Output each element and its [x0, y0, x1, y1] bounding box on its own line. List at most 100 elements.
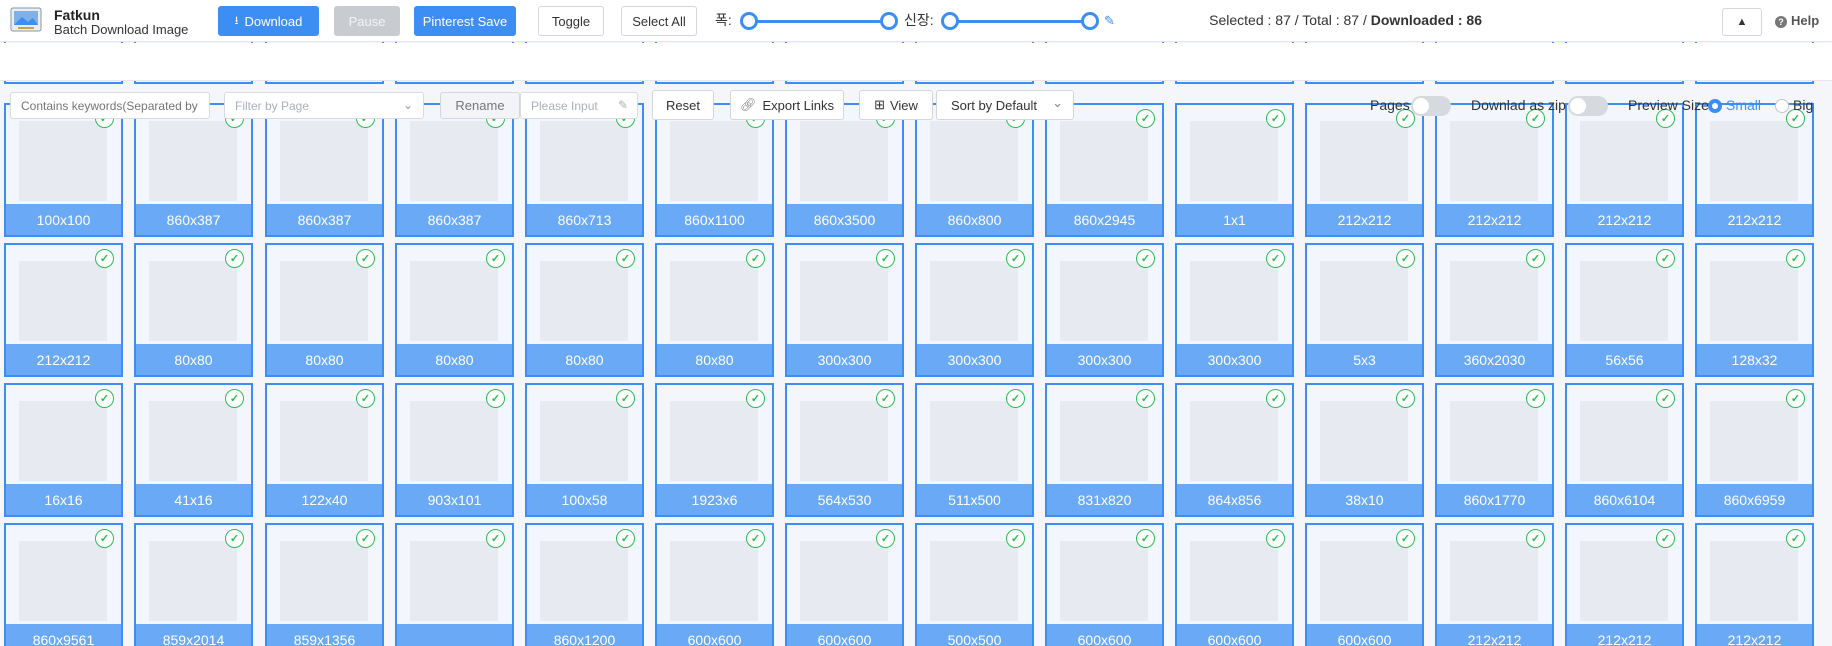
image-tile[interactable]: ✓ 360x2030 — [1435, 243, 1554, 377]
selected-check-icon[interactable]: ✓ — [1136, 249, 1155, 268]
pinterest-save-button[interactable]: Pinterest Save — [414, 6, 516, 36]
scroll-top-button[interactable]: ▲ — [1722, 8, 1762, 36]
image-tile[interactable]: ✓ 860x1200 — [525, 523, 644, 646]
selected-check-icon[interactable]: ✓ — [1526, 529, 1545, 548]
toggle-button[interactable]: Toggle — [538, 6, 604, 36]
image-tile[interactable]: ✓ 600x600 — [1305, 523, 1424, 646]
image-tile[interactable]: ✓ 300x300 — [1175, 243, 1294, 377]
width-min-handle[interactable] — [740, 12, 758, 30]
image-tile[interactable]: ✓860x800 — [915, 103, 1034, 237]
selected-check-icon[interactable]: ✓ — [616, 389, 635, 408]
selected-check-icon[interactable]: ✓ — [1136, 529, 1155, 548]
image-tile[interactable]: ✓ 80x80 — [395, 243, 514, 377]
selected-check-icon[interactable]: ✓ — [1526, 249, 1545, 268]
selected-check-icon[interactable]: ✓ — [1786, 389, 1805, 408]
selected-check-icon[interactable]: ✓ — [1656, 389, 1675, 408]
height-min-handle[interactable] — [941, 12, 959, 30]
image-tile[interactable]: ✓ 212x212 — [1435, 523, 1554, 646]
image-tile[interactable]: ✓ 80x80 — [525, 243, 644, 377]
image-tile[interactable]: ✓ 831x820 — [1045, 383, 1164, 517]
height-max-handle[interactable] — [1081, 12, 1099, 30]
image-tile[interactable]: ✓ 212x212 — [1435, 103, 1554, 237]
selected-check-icon[interactable]: ✓ — [616, 249, 635, 268]
image-tile[interactable]: ✓ 903x101 — [395, 383, 514, 517]
small-size-radio[interactable] — [1708, 99, 1722, 113]
pause-button[interactable]: Pause — [334, 6, 400, 36]
zip-toggle[interactable] — [1568, 96, 1608, 116]
selected-check-icon[interactable]: ✓ — [486, 249, 505, 268]
download-button[interactable]: ⭳ Download — [218, 6, 319, 36]
image-tile[interactable]: ✓ 16x16 — [4, 383, 123, 517]
image-tile[interactable]: ✓ 212x212 — [1565, 103, 1684, 237]
image-tile[interactable]: ✓ 860x387 — [395, 103, 514, 237]
image-tile[interactable]: ✓ 100x100 — [4, 103, 123, 237]
image-tile[interactable]: ✓ 860x9561 — [4, 523, 123, 646]
width-max-handle[interactable] — [880, 12, 898, 30]
selected-check-icon[interactable]: ✓ — [356, 529, 375, 548]
selected-check-icon[interactable]: ✓ — [1266, 529, 1285, 548]
image-tile[interactable]: ✓ 860x387 — [265, 103, 384, 237]
image-tile[interactable]: ✓ 600x600 — [1045, 523, 1164, 646]
image-tile[interactable]: ✓ 212x212 — [1565, 523, 1684, 646]
selected-check-icon[interactable]: ✓ — [486, 529, 505, 548]
view-button[interactable]: ⊞ View — [859, 90, 933, 120]
selected-check-icon[interactable]: ✓ — [225, 529, 244, 548]
image-tile[interactable]: ✓ 80x80 — [265, 243, 384, 377]
image-tile[interactable]: ✓ 860x1770 — [1435, 383, 1554, 517]
selected-check-icon[interactable]: ✓ — [616, 529, 635, 548]
export-links-button[interactable]: 🔗︎ Export Links — [730, 90, 844, 120]
selected-check-icon[interactable]: ✓ — [746, 389, 765, 408]
image-tile[interactable]: ✓ 600x600 — [655, 523, 774, 646]
sort-select[interactable]: Sort by Default ⌄ — [936, 90, 1074, 120]
keywords-input[interactable] — [10, 92, 210, 119]
rename-button[interactable]: Rename — [440, 92, 520, 119]
selected-check-icon[interactable]: ✓ — [746, 249, 765, 268]
image-tile[interactable]: ✓ 511x500 — [915, 383, 1034, 517]
selected-check-icon[interactable]: ✓ — [1266, 249, 1285, 268]
image-tile[interactable]: ✓ 212x212 — [4, 243, 123, 377]
selected-check-icon[interactable]: ✓ — [876, 389, 895, 408]
image-tile[interactable]: ✓ 212x212 — [1305, 103, 1424, 237]
selected-check-icon[interactable]: ✓ — [1396, 249, 1415, 268]
selected-check-icon[interactable]: ✓ — [1786, 249, 1805, 268]
image-tile[interactable]: ✓ 212x212 — [1695, 523, 1814, 646]
selected-check-icon[interactable]: ✓ — [1006, 529, 1025, 548]
selected-check-icon[interactable]: ✓ — [1786, 529, 1805, 548]
image-tile[interactable]: ✓ 600x600 — [1175, 523, 1294, 646]
help-link[interactable]: ? Help — [1775, 13, 1819, 28]
selected-check-icon[interactable]: ✓ — [1136, 109, 1155, 128]
image-tile[interactable]: ✓ 128x32 — [1695, 243, 1814, 377]
image-tile[interactable]: ✓ 860x387 — [134, 103, 253, 237]
image-tile[interactable]: ✓ 100x58 — [525, 383, 644, 517]
image-tile[interactable]: ✓ 212x212 — [1695, 103, 1814, 237]
selected-check-icon[interactable]: ✓ — [746, 529, 765, 548]
selected-check-icon[interactable]: ✓ — [1266, 109, 1285, 128]
image-tile[interactable]: ✓ — [395, 523, 514, 646]
image-tile[interactable]: ✓ 859x2014 — [134, 523, 253, 646]
selected-check-icon[interactable]: ✓ — [95, 249, 114, 268]
selected-check-icon[interactable]: ✓ — [356, 249, 375, 268]
page-filter-select[interactable]: Filter by Page ⌄ — [224, 92, 424, 119]
image-tile[interactable]: ✓ 80x80 — [655, 243, 774, 377]
selected-check-icon[interactable]: ✓ — [1656, 249, 1675, 268]
selected-check-icon[interactable]: ✓ — [876, 529, 895, 548]
image-tile[interactable]: ✓ 860x713 — [525, 103, 644, 237]
image-tile[interactable]: ✓860x3500 — [785, 103, 904, 237]
image-tile[interactable]: ✓ 860x6959 — [1695, 383, 1814, 517]
big-size-radio[interactable] — [1775, 99, 1789, 113]
image-tile[interactable]: ✓ 122x40 — [265, 383, 384, 517]
image-tile[interactable]: ✓ 300x300 — [915, 243, 1034, 377]
image-tile[interactable]: ✓ 56x56 — [1565, 243, 1684, 377]
selected-check-icon[interactable]: ✓ — [225, 249, 244, 268]
rename-input[interactable]: Please Input ✎ — [520, 92, 638, 119]
image-tile[interactable]: ✓860x1100 — [655, 103, 774, 237]
selected-check-icon[interactable]: ✓ — [486, 389, 505, 408]
image-tile[interactable]: ✓ 860x2945 — [1045, 103, 1164, 237]
image-tile[interactable]: ✓ 300x300 — [1045, 243, 1164, 377]
selected-check-icon[interactable]: ✓ — [225, 389, 244, 408]
selected-check-icon[interactable]: ✓ — [356, 389, 375, 408]
image-tile[interactable]: ✓ 600x600 — [785, 523, 904, 646]
image-tile[interactable]: ✓ 1x1 — [1175, 103, 1294, 237]
image-tile[interactable]: ✓ 860x6104 — [1565, 383, 1684, 517]
selected-check-icon[interactable]: ✓ — [1266, 389, 1285, 408]
